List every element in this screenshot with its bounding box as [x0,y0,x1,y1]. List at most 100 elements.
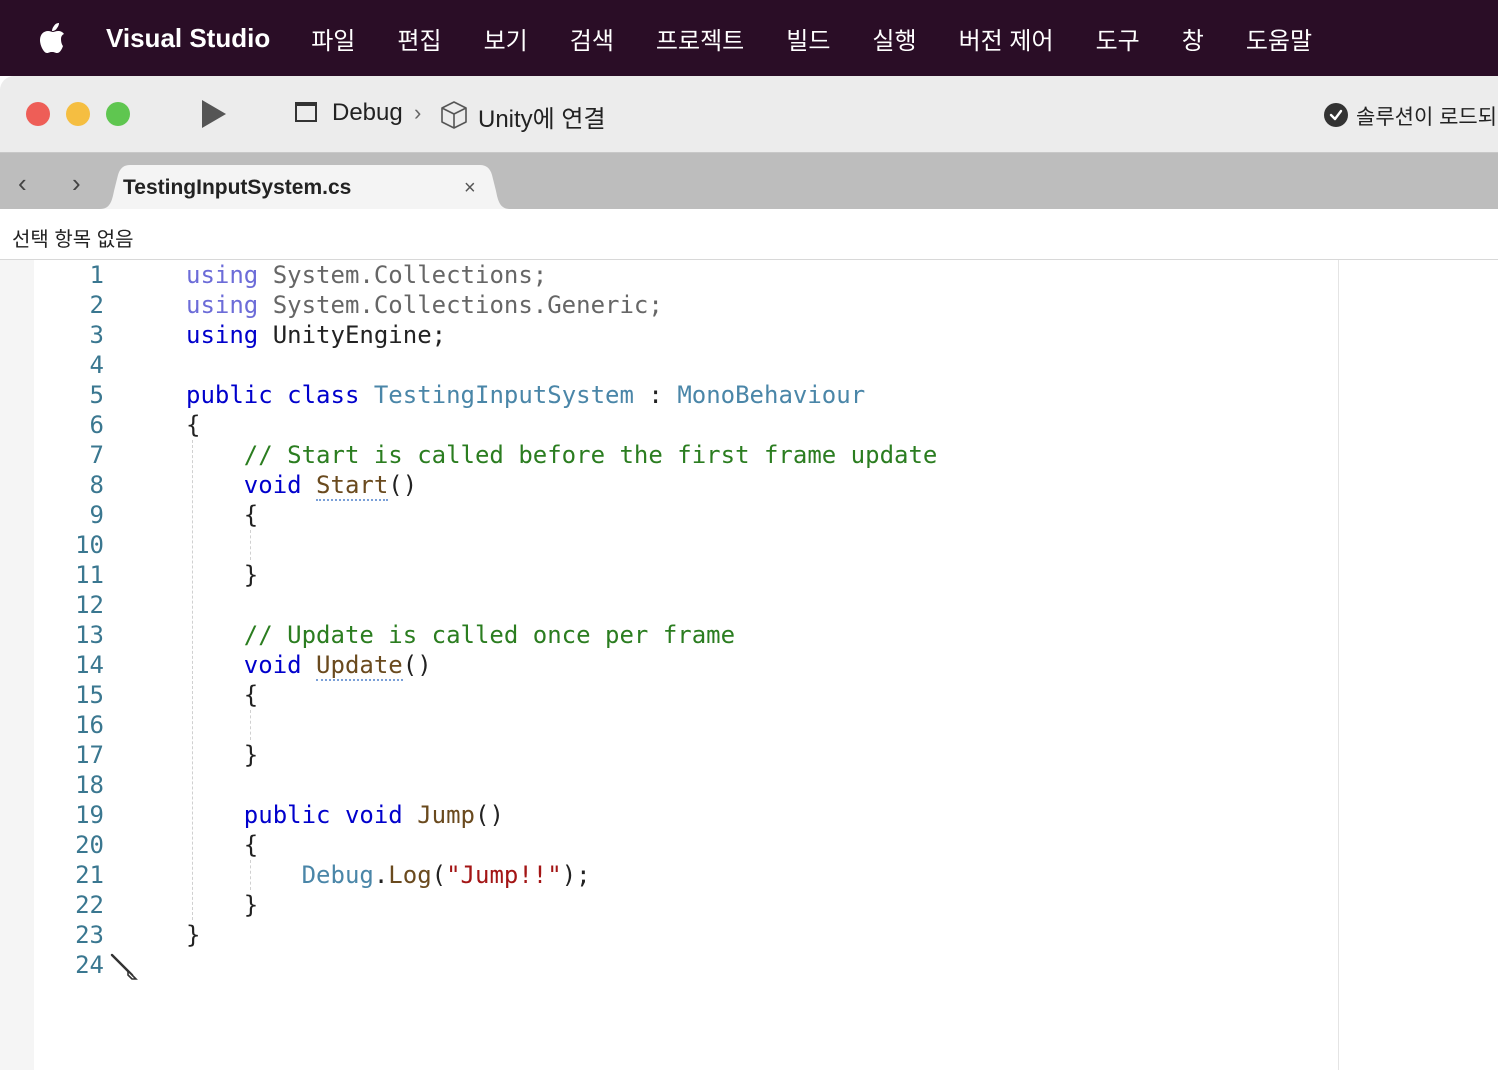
code-token: using [186,291,259,319]
line-number: 13 [75,621,104,649]
code-text[interactable]: { [186,500,258,530]
code-text[interactable]: } [186,920,200,950]
code-token: void [344,801,403,829]
close-window-button[interactable] [26,102,50,126]
margin-ruler [1338,260,1339,1070]
code-text[interactable]: void Start() [186,470,418,501]
chevron-right-icon[interactable]: › [72,170,81,196]
selection-dropdown[interactable]: 선택 항목 없음 [12,223,134,252]
line-number: 18 [75,771,104,799]
close-icon[interactable]: × [464,177,476,200]
code-token: TestingInputSystem [373,381,634,409]
apple-icon[interactable] [38,22,68,54]
code-text[interactable]: { [186,680,258,710]
code-token: } [186,921,201,949]
code-token: Debug [301,861,374,889]
minimize-window-button[interactable] [66,102,90,126]
code-text[interactable]: } [186,560,258,590]
code-token: () [388,471,418,499]
code-token: // Update is called once per frame [186,621,736,649]
code-text[interactable]: } [186,740,258,770]
code-token: { [186,411,201,439]
code-token: ( [431,861,447,889]
line-number: 15 [75,681,104,709]
code-text[interactable]: Debug.Log("Jump!!"); [186,860,591,890]
code-token: void [243,651,302,679]
code-token: System.Collections; [258,261,548,289]
code-text[interactable]: { [186,830,258,860]
chevron-right-icon: › [414,100,422,125]
code-text[interactable]: } [186,890,258,920]
indent-guide [250,710,251,740]
menu-help[interactable]: 도움말 [1246,21,1312,56]
code-token: System.Collections.Generic; [258,291,663,319]
run-target-selector[interactable]: Unity에 연결 [478,99,606,134]
zoom-window-button[interactable] [106,102,130,126]
line-number: 17 [75,741,104,769]
code-token: MonoBehaviour [677,381,866,409]
code-text[interactable]: using System.Collections.Generic; [186,290,663,320]
line-number: 19 [75,801,104,829]
code-text[interactable]: void Update() [186,650,432,681]
menu-file[interactable]: 파일 [311,21,355,56]
code-text[interactable]: { [186,410,200,440]
code-text[interactable]: public void Jump() [186,800,504,830]
code-text[interactable]: // Start is called before the first fram… [186,440,938,470]
code-token: { [186,501,259,529]
code-text[interactable]: public class TestingInputSystem : MonoBe… [186,380,865,410]
line-number: 10 [75,531,104,559]
tab-testinginputsystem[interactable]: TestingInputSystem.cs × [100,165,510,209]
configuration-selector[interactable]: Debug [332,99,403,127]
menu-view[interactable]: 보기 [484,21,528,56]
menu-build[interactable]: 빌드 [786,21,830,56]
line-number: 1 [89,261,104,289]
navigation-bar: 선택 항목 없음 [0,209,1498,260]
line-number: 16 [75,711,104,739]
code-token: . [373,861,389,889]
code-token: // Start is called before the first fram… [186,441,938,469]
code-token: public [186,381,273,409]
unity-cube-icon [440,100,468,130]
chevron-left-icon[interactable]: ‹ [18,170,27,196]
line-number: 11 [75,561,104,589]
app-name[interactable]: Visual Studio [106,23,270,54]
menu-search[interactable]: 검색 [570,21,614,56]
line-number: 3 [89,321,104,349]
code-token: : [633,381,678,409]
status-text: 솔루션이 로드되 [1356,106,1498,129]
code-token: Update [316,651,403,681]
code-token: class [287,381,360,409]
code-token: } [186,891,259,919]
menu-window[interactable]: 창 [1182,21,1204,56]
tab-title: TestingInputSystem.cs [123,176,352,199]
run-icon[interactable] [202,100,226,128]
line-number: 14 [75,651,104,679]
code-editor[interactable]: 1 using System.Collections; 2 using System.… [0,260,1498,1070]
code-text[interactable]: using System.Collections; [186,260,547,290]
code-token: Jump [417,801,475,829]
menu-version-control[interactable]: 버전 제어 [959,21,1054,56]
line-number: 4 [89,351,104,379]
line-number: 22 [75,891,104,919]
code-text[interactable]: // Update is called once per frame [186,620,735,650]
checkmark-icon [1324,103,1348,127]
menu-edit[interactable]: 편집 [397,21,441,56]
text-cursor-icon [110,953,140,988]
line-number: 8 [89,471,104,499]
menu-tools[interactable]: 도구 [1096,21,1140,56]
menu-project[interactable]: 프로젝트 [656,21,744,56]
menu-run[interactable]: 실행 [872,21,916,56]
line-number: 5 [89,381,104,409]
code-text[interactable]: using UnityEngine; [186,320,446,350]
code-token: public [243,801,331,829]
code-token: } [186,741,259,769]
